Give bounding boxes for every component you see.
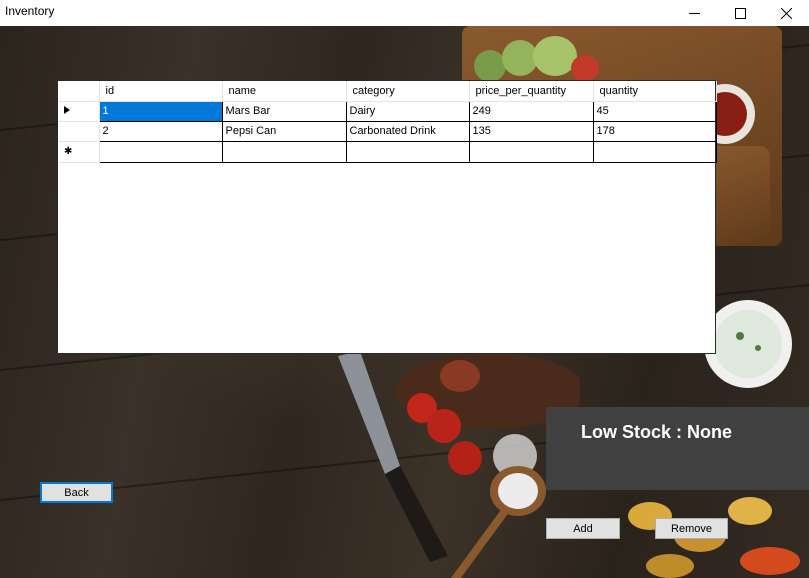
grid-cell[interactable] bbox=[98, 140, 223, 163]
grid-cell[interactable]: 135 bbox=[468, 120, 594, 142]
window-title: Inventory bbox=[5, 4, 55, 18]
row-header[interactable]: ✱ bbox=[58, 141, 100, 163]
back-button[interactable]: Back bbox=[40, 482, 113, 503]
grid-cell[interactable] bbox=[592, 140, 717, 163]
row-header[interactable] bbox=[58, 121, 100, 142]
grid-cell[interactable]: 2 bbox=[98, 120, 223, 142]
minimize-icon bbox=[688, 12, 700, 14]
grid-cell[interactable]: Mars Bar bbox=[221, 100, 347, 122]
grid-cell[interactable] bbox=[345, 140, 470, 163]
maximize-icon bbox=[734, 7, 746, 19]
grid-cell[interactable]: Carbonated Drink bbox=[345, 120, 470, 142]
minimize-button[interactable] bbox=[671, 0, 717, 26]
grid-cell[interactable] bbox=[221, 140, 347, 163]
close-button[interactable] bbox=[763, 0, 809, 26]
table-row[interactable]: 1 Mars Bar Dairy 249 45 bbox=[58, 100, 717, 122]
grid-header-row: id name category price_per_quantity quan… bbox=[58, 81, 717, 102]
add-button[interactable]: Add bbox=[546, 518, 620, 539]
row-header[interactable] bbox=[58, 101, 100, 122]
grid-cell[interactable]: 45 bbox=[592, 100, 717, 122]
grid-cell[interactable]: Pepsi Can bbox=[221, 120, 347, 142]
column-header-category[interactable]: category bbox=[346, 81, 470, 102]
column-header-quantity[interactable]: quantity bbox=[593, 81, 717, 102]
low-stock-label: Low Stock : None bbox=[581, 422, 733, 442]
inventory-grid[interactable]: id name category price_per_quantity quan… bbox=[57, 80, 717, 354]
close-icon bbox=[780, 7, 792, 19]
grid-cell[interactable]: 249 bbox=[468, 100, 594, 122]
grid-cell[interactable]: Dairy bbox=[345, 100, 470, 122]
low-stock-panel: Low Stock : None bbox=[546, 407, 809, 490]
column-header-id[interactable]: id bbox=[99, 81, 223, 102]
current-row-arrow-icon bbox=[64, 106, 70, 114]
column-header-name[interactable]: name bbox=[222, 81, 347, 102]
new-row[interactable]: ✱ bbox=[58, 140, 717, 163]
grid-cell[interactable] bbox=[468, 140, 594, 163]
maximize-button[interactable] bbox=[717, 0, 763, 26]
row-header-corner[interactable] bbox=[58, 81, 100, 102]
remove-button[interactable]: Remove bbox=[655, 518, 728, 539]
new-row-asterisk-icon: ✱ bbox=[64, 145, 73, 157]
table-row[interactable]: 2 Pepsi Can Carbonated Drink 135 178 bbox=[58, 120, 717, 142]
title-bar: Inventory bbox=[0, 0, 809, 26]
grid-cell[interactable]: 178 bbox=[592, 120, 717, 142]
grid-cell[interactable]: 1 bbox=[98, 100, 223, 122]
column-header-price-per-quantity[interactable]: price_per_quantity bbox=[469, 81, 594, 102]
